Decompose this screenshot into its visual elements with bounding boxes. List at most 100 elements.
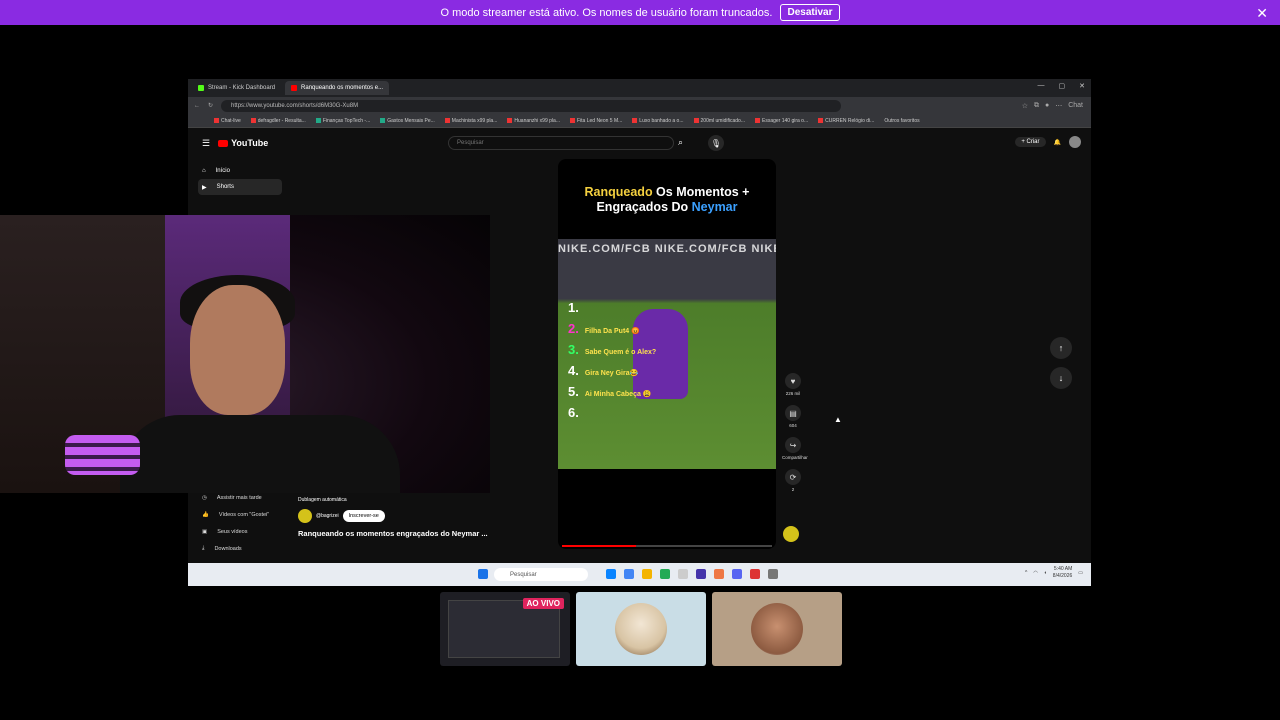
create-button[interactable]: + Criar [1015, 137, 1046, 147]
remix-button[interactable]: ⟳ [785, 469, 801, 485]
bookmark-item[interactable]: Chat-live [214, 118, 241, 124]
tab-label: Stream - Kick Dashboard [208, 85, 276, 91]
volume-icon[interactable]: ◖ [1044, 570, 1047, 576]
bookmark-item[interactable]: Gastos Mensais Pe... [380, 118, 435, 124]
profile-icon[interactable]: ● [1045, 102, 1049, 110]
reload-icon[interactable]: ↻ [208, 102, 213, 109]
tab-youtube-short[interactable]: Ranqueando os momentos e... [285, 81, 390, 95]
chrome-icon[interactable] [624, 569, 634, 579]
chevron-up-icon[interactable]: ^ [1025, 570, 1027, 576]
close-icon[interactable]: ✕ [1256, 5, 1268, 22]
browser-tab-bar: Stream - Kick Dashboard Ranqueando os mo… [188, 79, 1091, 97]
app-icon[interactable] [714, 569, 724, 579]
comments-button[interactable]: ▤ [785, 405, 801, 421]
app-icon[interactable] [750, 569, 760, 579]
bookmark-item[interactable]: Essager 140 gira o... [754, 118, 808, 124]
youtube-logo[interactable]: YouTube [218, 138, 268, 148]
arrow-down-icon: ↓ [1058, 373, 1064, 383]
extensions-icon[interactable]: ⧉ [1034, 102, 1039, 110]
clock[interactable]: 5:40 AM 8/4/2026 [1053, 566, 1072, 580]
video-frame: NIKE.COM/FCB NIKE.COM/FCB NIKE 1. 2. Filh… [558, 239, 776, 469]
clock-icon: ◷ [202, 494, 207, 501]
short-navigation: ↑ ↓ [1050, 337, 1072, 397]
taskbar-search[interactable]: Pesquisar [494, 568, 588, 581]
sidebar-item-liked-videos[interactable]: 👍 Vídeos com "Gostei" [198, 506, 282, 523]
microphone-icon[interactable]: 🎙 [708, 135, 724, 151]
back-icon[interactable]: ← [194, 103, 200, 109]
youtube-sidebar-library: ◷ Assistir mais tarde 👍 Vídeos com "Gost… [198, 489, 282, 557]
youtube-icon [291, 85, 298, 91]
maximize-icon[interactable]: ▢ [1059, 82, 1066, 90]
streamer-mode-banner: O modo streamer está ativo. Os nomes de … [0, 0, 1280, 25]
participant-thumb[interactable] [576, 592, 706, 666]
hamburger-menu-icon[interactable]: ☰ [202, 138, 210, 149]
tab-kick-dashboard[interactable]: Stream - Kick Dashboard [192, 81, 281, 95]
app-icon[interactable] [678, 569, 688, 579]
sidebar-item-downloads[interactable]: ⤓ Downloads [198, 540, 282, 557]
bookmark-item[interactable]: Luxo banhado a o... [632, 118, 684, 124]
disable-streamer-mode-button[interactable]: Desativar [780, 4, 840, 21]
previous-short-button[interactable]: ↑ [1050, 337, 1072, 359]
avatar[interactable] [1069, 136, 1081, 148]
remix-icon: ⟳ [789, 472, 797, 482]
next-short-button[interactable]: ↓ [1050, 367, 1072, 389]
bookmark-item[interactable]: Machinista x99 pla... [444, 118, 497, 124]
edge-icon[interactable] [606, 569, 616, 579]
banner-message: O modo streamer está ativo. Os nomes de … [440, 6, 773, 19]
bookmark-item[interactable]: Finanças TopTech -... [315, 118, 370, 124]
youtube-header: ☰ YouTube Pesquisar ⌕ 🎙 + Criar 🔔 [188, 129, 1091, 157]
dubbing-label: Dublagem automática [298, 497, 347, 503]
notifications-icon[interactable]: 🔔 [1054, 139, 1061, 146]
short-video-player[interactable]: Ranqueado Os Momentos + Engraçados Do Ne… [558, 159, 776, 549]
search-input[interactable]: Pesquisar [448, 136, 674, 150]
store-icon[interactable] [660, 569, 670, 579]
arrow-up-icon: ↑ [1058, 343, 1064, 353]
bookmark-item[interactable]: 200ml umidificado... [693, 118, 745, 124]
bookmark-item[interactable]: Fita Led Neon 5 M... [569, 118, 622, 124]
subscribe-button[interactable]: Inscrever-se [342, 510, 385, 522]
premiere-icon[interactable] [696, 569, 706, 579]
sidebar-item-home[interactable]: ⌂ Início [198, 163, 282, 179]
start-icon[interactable] [478, 569, 488, 579]
search-icon[interactable]: ⌕ [678, 137, 683, 148]
video-progress-bar[interactable] [562, 545, 772, 547]
url-input[interactable]: https://www.youtube.com/shorts/d6M30G-Xu… [221, 99, 842, 112]
channel-handle[interactable]: @bagrizei [316, 513, 339, 519]
participant-thumb[interactable] [712, 592, 842, 666]
stream-preview-thumb[interactable]: AO VIVO [440, 592, 570, 666]
video-icon: ▣ [202, 528, 208, 535]
video-title[interactable]: Ranqueando os momentos engraçados do Ney… [298, 529, 488, 538]
folder-icon[interactable] [642, 569, 652, 579]
webcam-overlay [0, 215, 490, 493]
thumbs-up-icon: 👍 [202, 511, 209, 518]
rank-item: 1. [568, 300, 579, 315]
browser-toolbar-icons: ☆ ⧉ ● ⋯ Chat [1022, 102, 1083, 110]
heart-icon: ♥ [790, 376, 796, 386]
settings-icon[interactable] [768, 569, 778, 579]
like-count: 226 mil [785, 391, 801, 396]
star-icon[interactable]: ☆ [1022, 102, 1028, 110]
share-label: Compartilhar [782, 455, 808, 460]
discord-icon[interactable] [732, 569, 742, 579]
chat-label[interactable]: Chat [1068, 102, 1083, 110]
channel-avatar[interactable] [783, 526, 799, 542]
share-button[interactable]: ↪ [785, 437, 801, 453]
comment-count: 604 [789, 423, 797, 428]
sidebar-item-your-videos[interactable]: ▣ Seus vídeos [198, 523, 282, 540]
notification-icon[interactable]: ▭ [1078, 570, 1083, 576]
comment-icon: ▤ [789, 408, 797, 418]
close-window-icon[interactable]: ✕ [1079, 82, 1085, 90]
bookmark-item[interactable]: CURREN Relógio di... [818, 118, 874, 124]
menu-icon[interactable]: ⋯ [1055, 102, 1062, 110]
channel-avatar-small[interactable] [298, 509, 312, 523]
address-bar: ← ↻ https://www.youtube.com/shorts/d6M30… [188, 97, 1091, 114]
sidebar-item-shorts[interactable]: ▶ Shorts [198, 179, 282, 195]
like-button[interactable]: ♥ [785, 373, 801, 389]
bookmark-item[interactable]: defragdler - Resulta... [250, 118, 306, 124]
home-icon: ⌂ [202, 168, 206, 174]
wifi-icon[interactable]: ◠ [1033, 570, 1037, 576]
minimize-icon[interactable]: — [1038, 82, 1045, 90]
bookmark-item[interactable]: Huananzhi x99 pla... [507, 118, 560, 124]
rank-item: 3. Sabe Quem é o Alex? [568, 342, 657, 357]
bookmark-item[interactable]: Outros favoritos [884, 118, 919, 124]
